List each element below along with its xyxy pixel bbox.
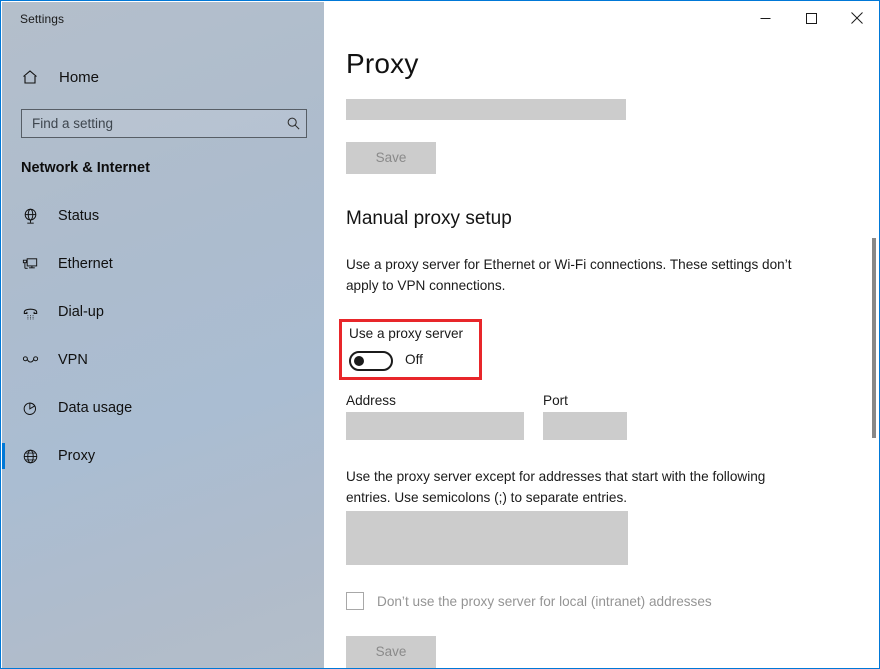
manual-proxy-setup-heading: Manual proxy setup xyxy=(346,208,512,229)
address-input[interactable] xyxy=(346,412,524,440)
main-content: Proxy Save Manual proxy setup Use a prox… xyxy=(324,2,879,668)
sidebar-nav-list: Status Ethernet Dial-up VPN Data usage P… xyxy=(2,200,324,488)
use-proxy-server-toggle[interactable] xyxy=(349,351,393,371)
sidebar-item-label: Data usage xyxy=(58,400,133,416)
use-proxy-server-highlight: Use a proxy server Off xyxy=(339,319,482,380)
bypass-local-checkbox[interactable] xyxy=(346,592,364,610)
sidebar-section-header: Network & Internet xyxy=(21,160,150,176)
selection-indicator xyxy=(2,443,5,469)
port-input[interactable] xyxy=(543,412,627,440)
maximize-button[interactable] xyxy=(788,2,834,34)
sidebar-item-status[interactable]: Status xyxy=(2,200,324,232)
manual-proxy-description: Use a proxy server for Ethernet or Wi-Fi… xyxy=(346,257,792,293)
scrollbar-track[interactable] xyxy=(868,2,879,668)
bypass-local-label: Don’t use the proxy server for local (in… xyxy=(377,593,712,609)
bypass-local-row[interactable]: Don’t use the proxy server for local (in… xyxy=(346,592,712,610)
script-address-input[interactable] xyxy=(346,99,626,120)
scrollbar-thumb[interactable] xyxy=(872,238,876,438)
sidebar-item-dialup[interactable]: Dial-up xyxy=(2,296,324,328)
window-title: Settings xyxy=(20,12,65,26)
minimize-button[interactable] xyxy=(742,2,788,34)
sidebar-item-vpn[interactable]: VPN xyxy=(2,344,324,376)
sidebar: Settings Home Network & Internet xyxy=(2,2,324,668)
exceptions-description: Use the proxy server except for addresse… xyxy=(346,469,766,505)
ethernet-icon xyxy=(19,253,41,275)
save-button-top[interactable]: Save xyxy=(346,142,436,174)
sidebar-item-label: Dial-up xyxy=(58,304,104,320)
search-input[interactable] xyxy=(22,110,280,137)
use-proxy-server-state: Off xyxy=(405,352,423,367)
phone-dialup-icon xyxy=(19,301,41,323)
sidebar-home-label: Home xyxy=(59,68,100,86)
globe-icon xyxy=(19,445,41,467)
port-label: Port xyxy=(543,393,568,408)
save-button-bottom[interactable]: Save xyxy=(346,636,436,668)
pie-chart-icon xyxy=(19,397,41,419)
search-box[interactable] xyxy=(21,109,307,138)
globe-status-icon xyxy=(19,205,41,227)
toggle-knob xyxy=(354,356,364,366)
settings-window: Settings Home Network & Internet xyxy=(0,0,880,669)
exceptions-input[interactable] xyxy=(346,511,628,565)
page-title: Proxy xyxy=(346,48,419,79)
sidebar-item-label: VPN xyxy=(58,352,88,368)
use-proxy-server-label: Use a proxy server xyxy=(349,326,464,341)
sidebar-item-home[interactable]: Home xyxy=(2,62,324,92)
window-controls xyxy=(742,2,879,34)
home-icon xyxy=(20,67,40,87)
sidebar-item-label: Status xyxy=(58,208,100,224)
sidebar-item-data-usage[interactable]: Data usage xyxy=(2,392,324,424)
sidebar-item-label: Proxy xyxy=(58,448,96,464)
sidebar-item-proxy[interactable]: Proxy xyxy=(2,440,324,472)
sidebar-item-ethernet[interactable]: Ethernet xyxy=(2,248,324,280)
address-label: Address xyxy=(346,393,396,408)
vpn-icon xyxy=(19,349,41,371)
sidebar-item-label: Ethernet xyxy=(58,256,113,272)
search-icon[interactable] xyxy=(280,116,306,131)
